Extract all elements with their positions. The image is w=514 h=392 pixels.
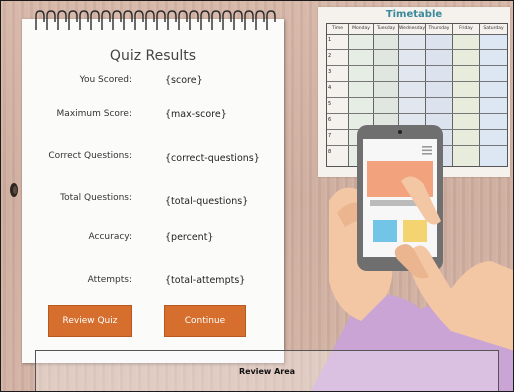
timetable-header-cell: Wednesday [399, 24, 426, 35]
review-quiz-button[interactable]: Review Quiz [48, 305, 132, 337]
review-area-label: Review Area [238, 367, 296, 376]
quiz-results-title: Quiz Results [109, 48, 197, 64]
score-value: {score} [165, 75, 203, 86]
review-area-panel[interactable]: Review Area [35, 350, 499, 391]
correct-questions-label: Correct Questions: [48, 151, 132, 161]
pin-icon [10, 183, 18, 197]
timetable-row-number: 2 [328, 53, 332, 59]
attempts-value: {total-attempts} [165, 275, 246, 286]
timetable-row-number: 4 [328, 85, 332, 91]
score-label: You Scored: [79, 75, 132, 85]
attempts-label: Attempts: [87, 275, 132, 285]
timetable-header-cell: Time [327, 24, 349, 35]
timetable-row-number: 1 [328, 37, 332, 43]
quiz-results-notebook: Quiz Results You Scored: {score} Maximum… [22, 10, 284, 363]
max-score-label: Maximum Score: [56, 109, 132, 119]
total-questions-label: Total Questions: [60, 193, 132, 203]
timetable-header-cell: Thursday [426, 24, 453, 35]
correct-questions-value: {correct-questions} [165, 153, 260, 164]
timetable-row-number: 3 [328, 69, 332, 75]
timetable-header-cell: Tuesday [374, 24, 399, 35]
continue-button[interactable]: Continue [164, 305, 246, 337]
accuracy-value: {percent} [165, 232, 214, 243]
timetable-title: Timetable [385, 9, 443, 20]
spiral-binding-icon [35, 10, 276, 30]
timetable-header-cell: Saturday [480, 24, 507, 35]
accuracy-label: Accuracy: [88, 232, 132, 242]
timetable-row-number: 5 [328, 101, 332, 107]
max-score-value: {max-score} [165, 109, 227, 120]
slide-stage: Timetable Time Monday Tuesday Wednesday … [0, 0, 514, 392]
total-questions-value: {total-questions} [165, 196, 249, 207]
timetable-header-cell: Friday [453, 24, 480, 35]
timetable-header-cell: Monday [349, 24, 374, 35]
